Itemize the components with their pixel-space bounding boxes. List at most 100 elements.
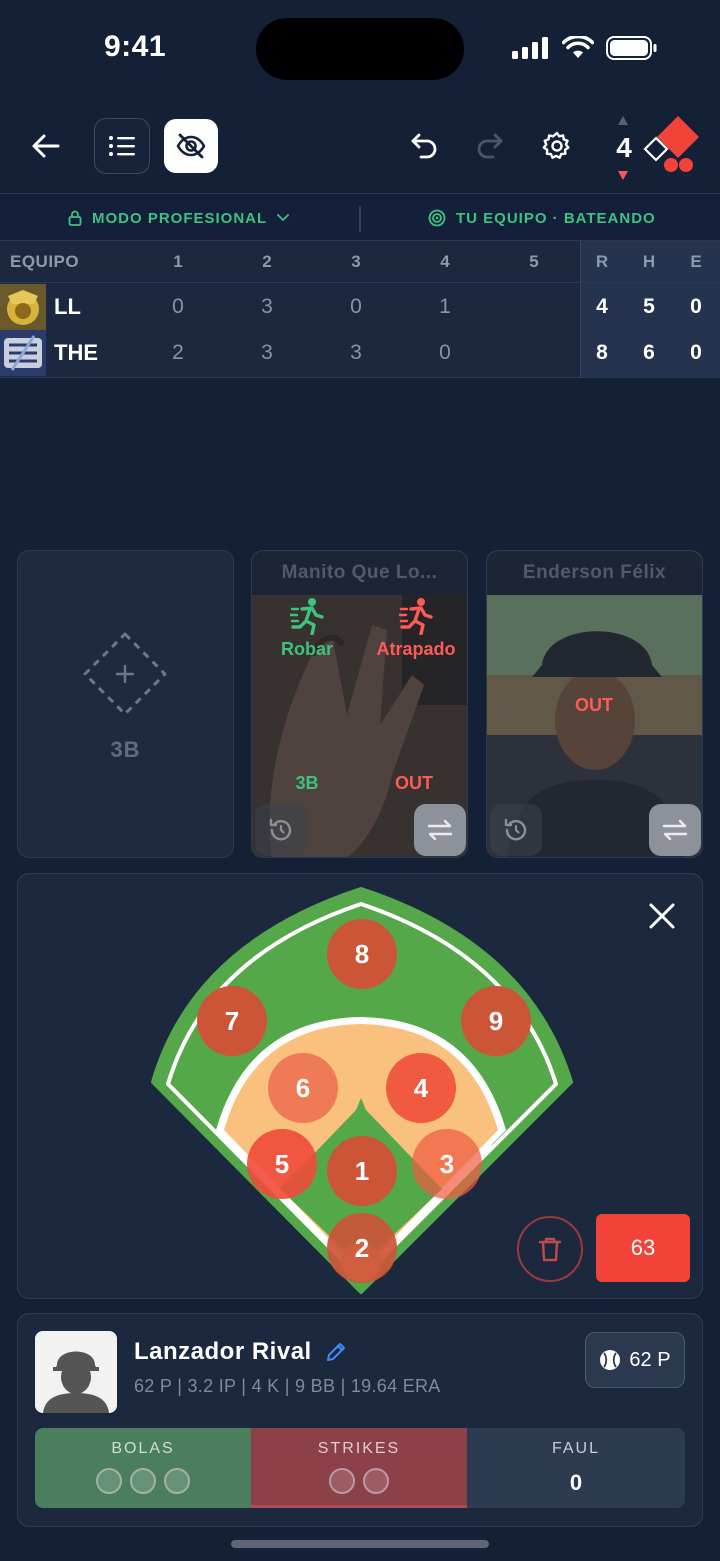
balls-box[interactable]: BOLAS [35,1428,251,1508]
trash-icon [538,1237,562,1262]
batter-card[interactable]: Enderson Félix OUT [486,550,703,858]
position-9[interactable]: 9 [461,986,531,1056]
strikes-box[interactable]: STRIKES [251,1428,467,1508]
status-time: 9:41 [104,30,167,63]
inning-score: 3 [261,341,273,364]
inning-down-icon[interactable] [618,171,628,180]
runner-out-label[interactable]: OUT [382,773,446,794]
steal-action[interactable]: Robar [274,597,340,660]
wifi-icon [562,36,594,58]
mode-label: MODO PROFESIONAL [92,209,268,227]
status-icons [512,36,658,60]
mode-selector[interactable]: MODO PROFESIONAL [68,194,290,242]
pitch-count-button[interactable]: 62 P [585,1332,685,1388]
inning-up-icon[interactable] [618,116,628,125]
signal-icon [512,37,548,59]
team-status-label: TU EQUIPO · BATEANDO [456,209,656,227]
position-label: 2 [355,1233,369,1263]
steal-label: Robar [280,639,333,659]
inning-score: 0 [172,295,184,318]
base-label: 3B [110,737,141,762]
position-4[interactable]: 4 [386,1053,456,1123]
swap-runner-button[interactable] [414,804,466,856]
list-icon [109,136,135,156]
position-label: 3 [440,1149,454,1179]
swap-icon [662,819,688,841]
foul-box[interactable]: FAUL 0 [467,1428,685,1508]
position-label: 5 [275,1149,289,1179]
running-icon [290,598,324,635]
pitch-result-button[interactable]: 63 [596,1214,690,1282]
position-8[interactable]: 8 [327,919,397,989]
header-inning-1: 1 [173,252,183,271]
mode-divider [359,206,361,232]
foul-label: FAUL [551,1440,600,1457]
table-row[interactable]: THE 2 3 3 0 8 6 0 [0,330,720,376]
strikes-dots [251,1468,467,1494]
history-icon [269,818,292,841]
caught-action[interactable]: Atrapado [366,597,466,660]
balls-label: BOLAS [111,1440,175,1457]
toolbar: 4 [0,112,720,180]
arrow-left-icon [32,134,60,158]
redo-button[interactable] [462,118,518,174]
position-3[interactable]: 3 [412,1129,482,1199]
settings-button[interactable] [529,118,585,174]
inning-counter[interactable]: 4 [612,116,636,180]
edit-icon[interactable] [324,1340,348,1364]
baseball-icon [600,1350,621,1370]
batter-out-label[interactable]: OUT [559,695,629,716]
runs-total: 4 [596,295,608,318]
add-runner-icon[interactable] [80,629,170,719]
team-logo-the [0,330,46,376]
position-7[interactable]: 7 [197,986,267,1056]
delete-button[interactable] [517,1216,583,1282]
pitcher-name-row: Lanzador Rival [134,1338,348,1366]
scoreboard-header: EQUIPO 1 2 3 4 5 R H E [0,241,720,283]
position-1[interactable]: 1 [327,1136,397,1206]
undo-button[interactable] [396,118,452,174]
inning-score: 3 [350,341,362,364]
pitcher-panel: Lanzador Rival 62 P | 3.2 IP | 4 K | 9 B… [17,1313,703,1527]
battery-icon [606,36,657,60]
chevron-down-icon [277,214,290,222]
header-runs: R [595,252,609,271]
inning-score: 3 [261,295,273,318]
team-name: LL [54,294,81,319]
undo-icon [411,133,437,159]
position-label: 8 [355,939,369,969]
bases-diamond-icon[interactable] [638,114,704,178]
runner-card[interactable]: Manito Que Lo... Robar Atrapado 3B OUT [251,550,468,858]
balls-dots [35,1468,251,1494]
ball-indicator [164,1468,190,1494]
hits-total: 6 [643,341,655,364]
position-label: 9 [489,1006,503,1036]
header-inning-4: 4 [440,252,450,271]
position-5[interactable]: 5 [247,1129,317,1199]
foul-value: 0 [569,1470,583,1495]
mode-bar: MODO PROFESIONAL TU EQUIPO · BATEANDO [0,193,720,241]
errors-total: 0 [690,295,702,318]
hide-toggle-button[interactable] [164,119,218,173]
scoreboard: EQUIPO 1 2 3 4 5 R H E LL 0 3 0 1 4 5 0 [0,241,720,378]
position-2[interactable]: 2 [327,1213,397,1283]
runs-total: 8 [596,341,608,364]
inning-score: 0 [350,295,362,318]
strike-indicator [363,1468,389,1494]
third-base-slot[interactable]: 3B [17,550,234,858]
safe-base-label[interactable]: 3B [282,773,332,794]
list-view-button[interactable] [94,118,150,174]
count-row: BOLAS STRIKES FAUL 0 [35,1428,685,1508]
strike-indicator [329,1468,355,1494]
position-6[interactable]: 6 [268,1053,338,1123]
dynamic-island [256,18,464,80]
back-button[interactable] [18,118,74,174]
reset-runner-button[interactable] [255,804,307,856]
header-inning-3: 3 [351,252,361,271]
team-logo-ll [0,284,46,330]
table-row[interactable]: LL 0 3 0 1 4 5 0 [0,284,720,330]
reset-batter-button[interactable] [490,804,542,856]
home-indicator[interactable] [231,1540,489,1548]
strikes-label: STRIKES [317,1440,401,1457]
swap-batter-button[interactable] [649,804,701,856]
